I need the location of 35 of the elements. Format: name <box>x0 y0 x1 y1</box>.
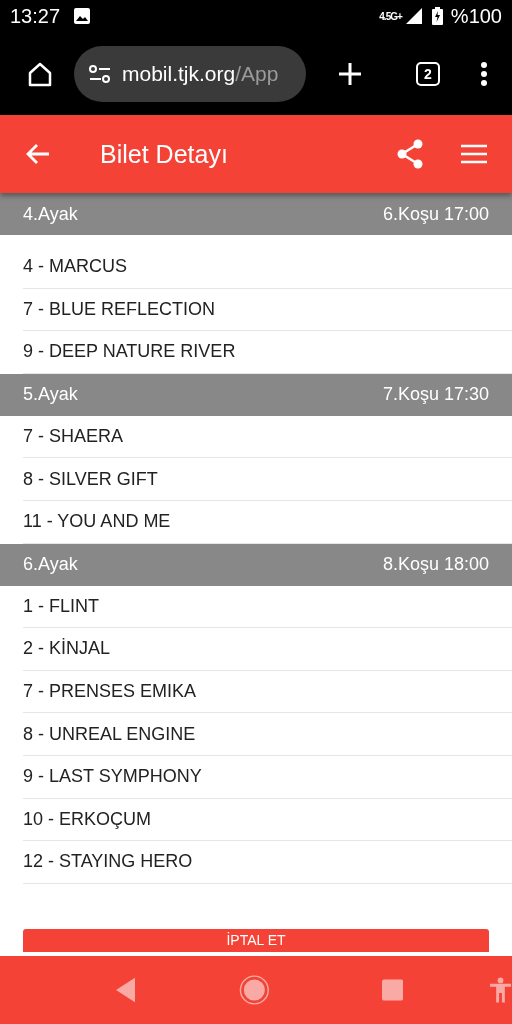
horse-row: 4 - MARCUS <box>23 246 512 289</box>
horse-row: 1 - FLINT <box>23 585 512 629</box>
horse-row: 9 - DEEP NATURE RIVER <box>23 331 512 374</box>
horse-row: 8 - UNREAL ENGINE <box>23 713 512 756</box>
clock-time: 13:27 <box>10 4 61 28</box>
leg-label: 5.Ayak <box>23 384 78 406</box>
race-time: 6.Koşu 17:00 <box>382 203 489 225</box>
url-text: mobil.tjk.org/App <box>122 61 279 86</box>
race-time: 7.Koşu 17:30 <box>382 384 489 406</box>
horse-row: 8 - SILVER GIFT <box>23 458 512 501</box>
horse-row: 10 - ERKOÇUM <box>23 798 512 842</box>
horse-row: 7 - SHAERA <box>23 415 512 459</box>
image-icon <box>74 8 91 24</box>
leg-label: 6.Ayak <box>23 554 78 576</box>
signal-icon <box>405 8 422 24</box>
horse-row: 12 - STAYING HERO <box>23 841 512 884</box>
horse-row: 11 - YOU AND ME <box>23 500 512 544</box>
horse-row: 7 - PRENSES EMIKA <box>23 670 512 714</box>
cancel-button[interactable]: İPTAL ET <box>23 928 489 952</box>
battery-level: %100 <box>450 4 502 28</box>
site-settings-icon[interactable] <box>88 63 112 84</box>
leg-label: 4.Ayak <box>23 203 78 225</box>
page-title: Bilet Detayı <box>100 139 229 169</box>
race-time: 8.Koşu 18:00 <box>382 554 489 576</box>
battery-icon <box>431 7 443 25</box>
recents-icon[interactable] <box>381 979 403 1001</box>
accessibility-icon[interactable] <box>489 977 512 1003</box>
tab-count-button[interactable]: 2 <box>416 61 440 86</box>
network-type: 4.5G+ <box>379 10 402 22</box>
address-bar[interactable]: mobil.tjk.org/App <box>74 45 306 102</box>
horse-row: 9 - LAST SYMPHONY <box>23 755 512 799</box>
home-button-icon[interactable] <box>239 974 270 1006</box>
horse-row: 2 - KİNJAL <box>23 628 512 671</box>
horse-row: 7 - BLUE REFLECTION <box>23 288 512 332</box>
back-icon[interactable] <box>116 977 136 1003</box>
